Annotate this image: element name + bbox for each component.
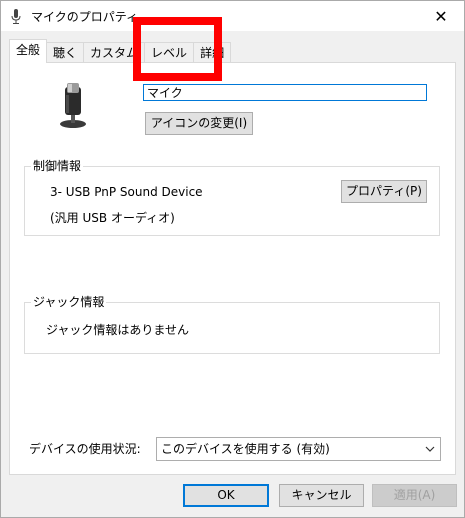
controller-device-name: 3- USB PnP Sound Device (50, 185, 203, 199)
controller-driver-name: (汎用 USB オーディオ) (50, 211, 175, 225)
properties-button[interactable]: プロパティ(P) (341, 180, 427, 203)
tab-advanced[interactable]: 詳細 (193, 42, 232, 63)
jack-info-text: ジャック情報はありません (46, 323, 190, 337)
close-button[interactable]: ✕ (418, 1, 464, 31)
device-name-input[interactable] (143, 84, 427, 101)
ok-button[interactable]: OK (183, 484, 269, 507)
tab-levels[interactable]: レベル (144, 42, 195, 63)
device-usage-label: デバイスの使用状況: (29, 442, 141, 456)
control-info-label: 制御情報 (31, 159, 84, 173)
jack-info-label: ジャック情報 (31, 295, 107, 309)
microphone-device-icon (60, 83, 86, 128)
properties-dialog: マイクのプロパティ ✕ 全般 聴く カスタム レベル 詳細 アイコンの変更(I)… (0, 0, 465, 518)
microphone-icon (11, 9, 21, 24)
chevron-down-icon (425, 446, 435, 452)
window-title: マイクのプロパティ (31, 10, 139, 24)
cancel-button[interactable]: キャンセル (279, 484, 364, 507)
title-bar: マイクのプロパティ ✕ (1, 1, 464, 31)
apply-button: 適用(A) (372, 484, 457, 507)
change-icon-button[interactable]: アイコンの変更(I) (145, 112, 253, 135)
device-usage-value: このデバイスを使用する (有効) (161, 442, 330, 456)
tab-listen[interactable]: 聴く (46, 42, 85, 63)
tab-custom[interactable]: カスタム (83, 42, 146, 63)
close-icon: ✕ (434, 6, 448, 26)
device-usage-select[interactable]: このデバイスを使用する (有効) (156, 437, 441, 461)
tab-general[interactable]: 全般 (9, 39, 48, 63)
tab-strip: 全般 聴く カスタム レベル 詳細 (9, 39, 232, 63)
